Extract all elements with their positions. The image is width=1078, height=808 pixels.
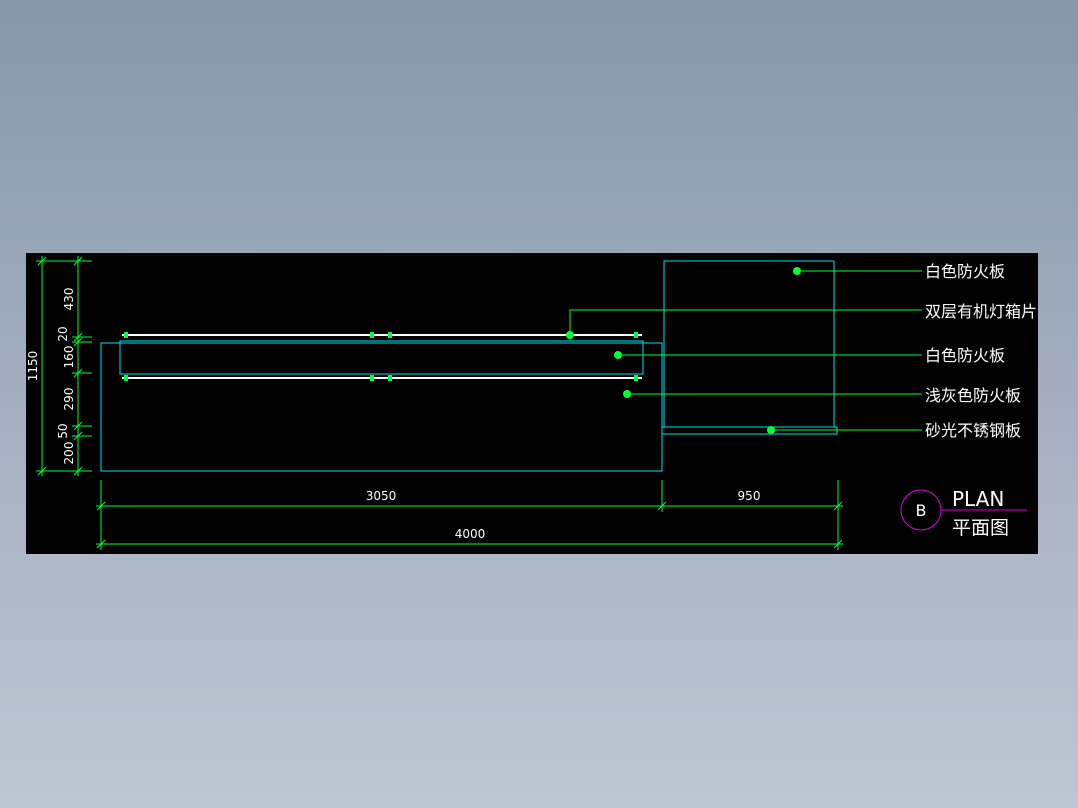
counter-outline <box>100 260 838 472</box>
dim-200: 200 <box>62 442 76 465</box>
callout-label-4: 浅灰色防火板 <box>925 386 1021 405</box>
front-counter-body <box>100 342 663 472</box>
leader-dot-1 <box>793 267 801 275</box>
dim-290: 290 <box>62 388 76 411</box>
fixing <box>370 375 374 381</box>
plan-drawing: 白色防火板 双层有机灯箱片 白色防火板 浅灰色防火板 砂光不锈钢板 3050 9… <box>26 256 1037 550</box>
dim-1150: 1150 <box>26 351 40 382</box>
title-mark: B <box>916 501 927 520</box>
title-en: PLAN <box>952 487 1004 511</box>
callout-label-5: 砂光不锈钢板 <box>925 421 1021 440</box>
title-cn: 平面图 <box>952 517 1009 539</box>
callout-dots <box>566 267 801 434</box>
callout-labels: 白色防火板 双层有机灯箱片 白色防火板 浅灰色防火板 砂光不锈钢板 <box>925 262 1037 440</box>
fixing <box>388 332 392 338</box>
cad-drawing-canvas[interactable]: 白色防火板 双层有机灯箱片 白色防火板 浅灰色防火板 砂光不锈钢板 3050 9… <box>26 253 1038 554</box>
fixing <box>634 332 638 338</box>
dim-50: 50 <box>56 423 70 438</box>
callout-leaders <box>569 270 922 431</box>
dim-3050: 3050 <box>366 489 397 503</box>
drawing-title: B PLAN 平面图 <box>900 487 1027 539</box>
dim-160: 160 <box>62 346 76 369</box>
dim-4000: 4000 <box>455 527 486 541</box>
callout-label-2: 双层有机灯箱片 <box>925 302 1037 321</box>
lightbox-panel <box>119 340 644 375</box>
leader-dot-5 <box>767 426 775 434</box>
leader-line-2 <box>569 309 922 335</box>
dim-950: 950 <box>738 489 761 503</box>
fixing <box>124 332 128 338</box>
fixing <box>634 375 638 381</box>
dim-20: 20 <box>56 326 70 341</box>
vertical-dimension-text: 1150 430 20 160 290 50 200 <box>26 288 76 465</box>
leader-dot-2 <box>566 331 574 339</box>
dim-430: 430 <box>62 288 76 311</box>
leader-dot-3 <box>614 351 622 359</box>
leader-dot-4 <box>623 390 631 398</box>
fixing <box>124 375 128 381</box>
fixing <box>370 332 374 338</box>
fixing <box>388 375 392 381</box>
callout-label-3: 白色防火板 <box>925 346 1005 365</box>
side-cabinet <box>663 260 835 428</box>
horizontal-dimension-text: 3050 950 4000 <box>366 489 761 541</box>
callout-label-1: 白色防火板 <box>925 262 1005 281</box>
